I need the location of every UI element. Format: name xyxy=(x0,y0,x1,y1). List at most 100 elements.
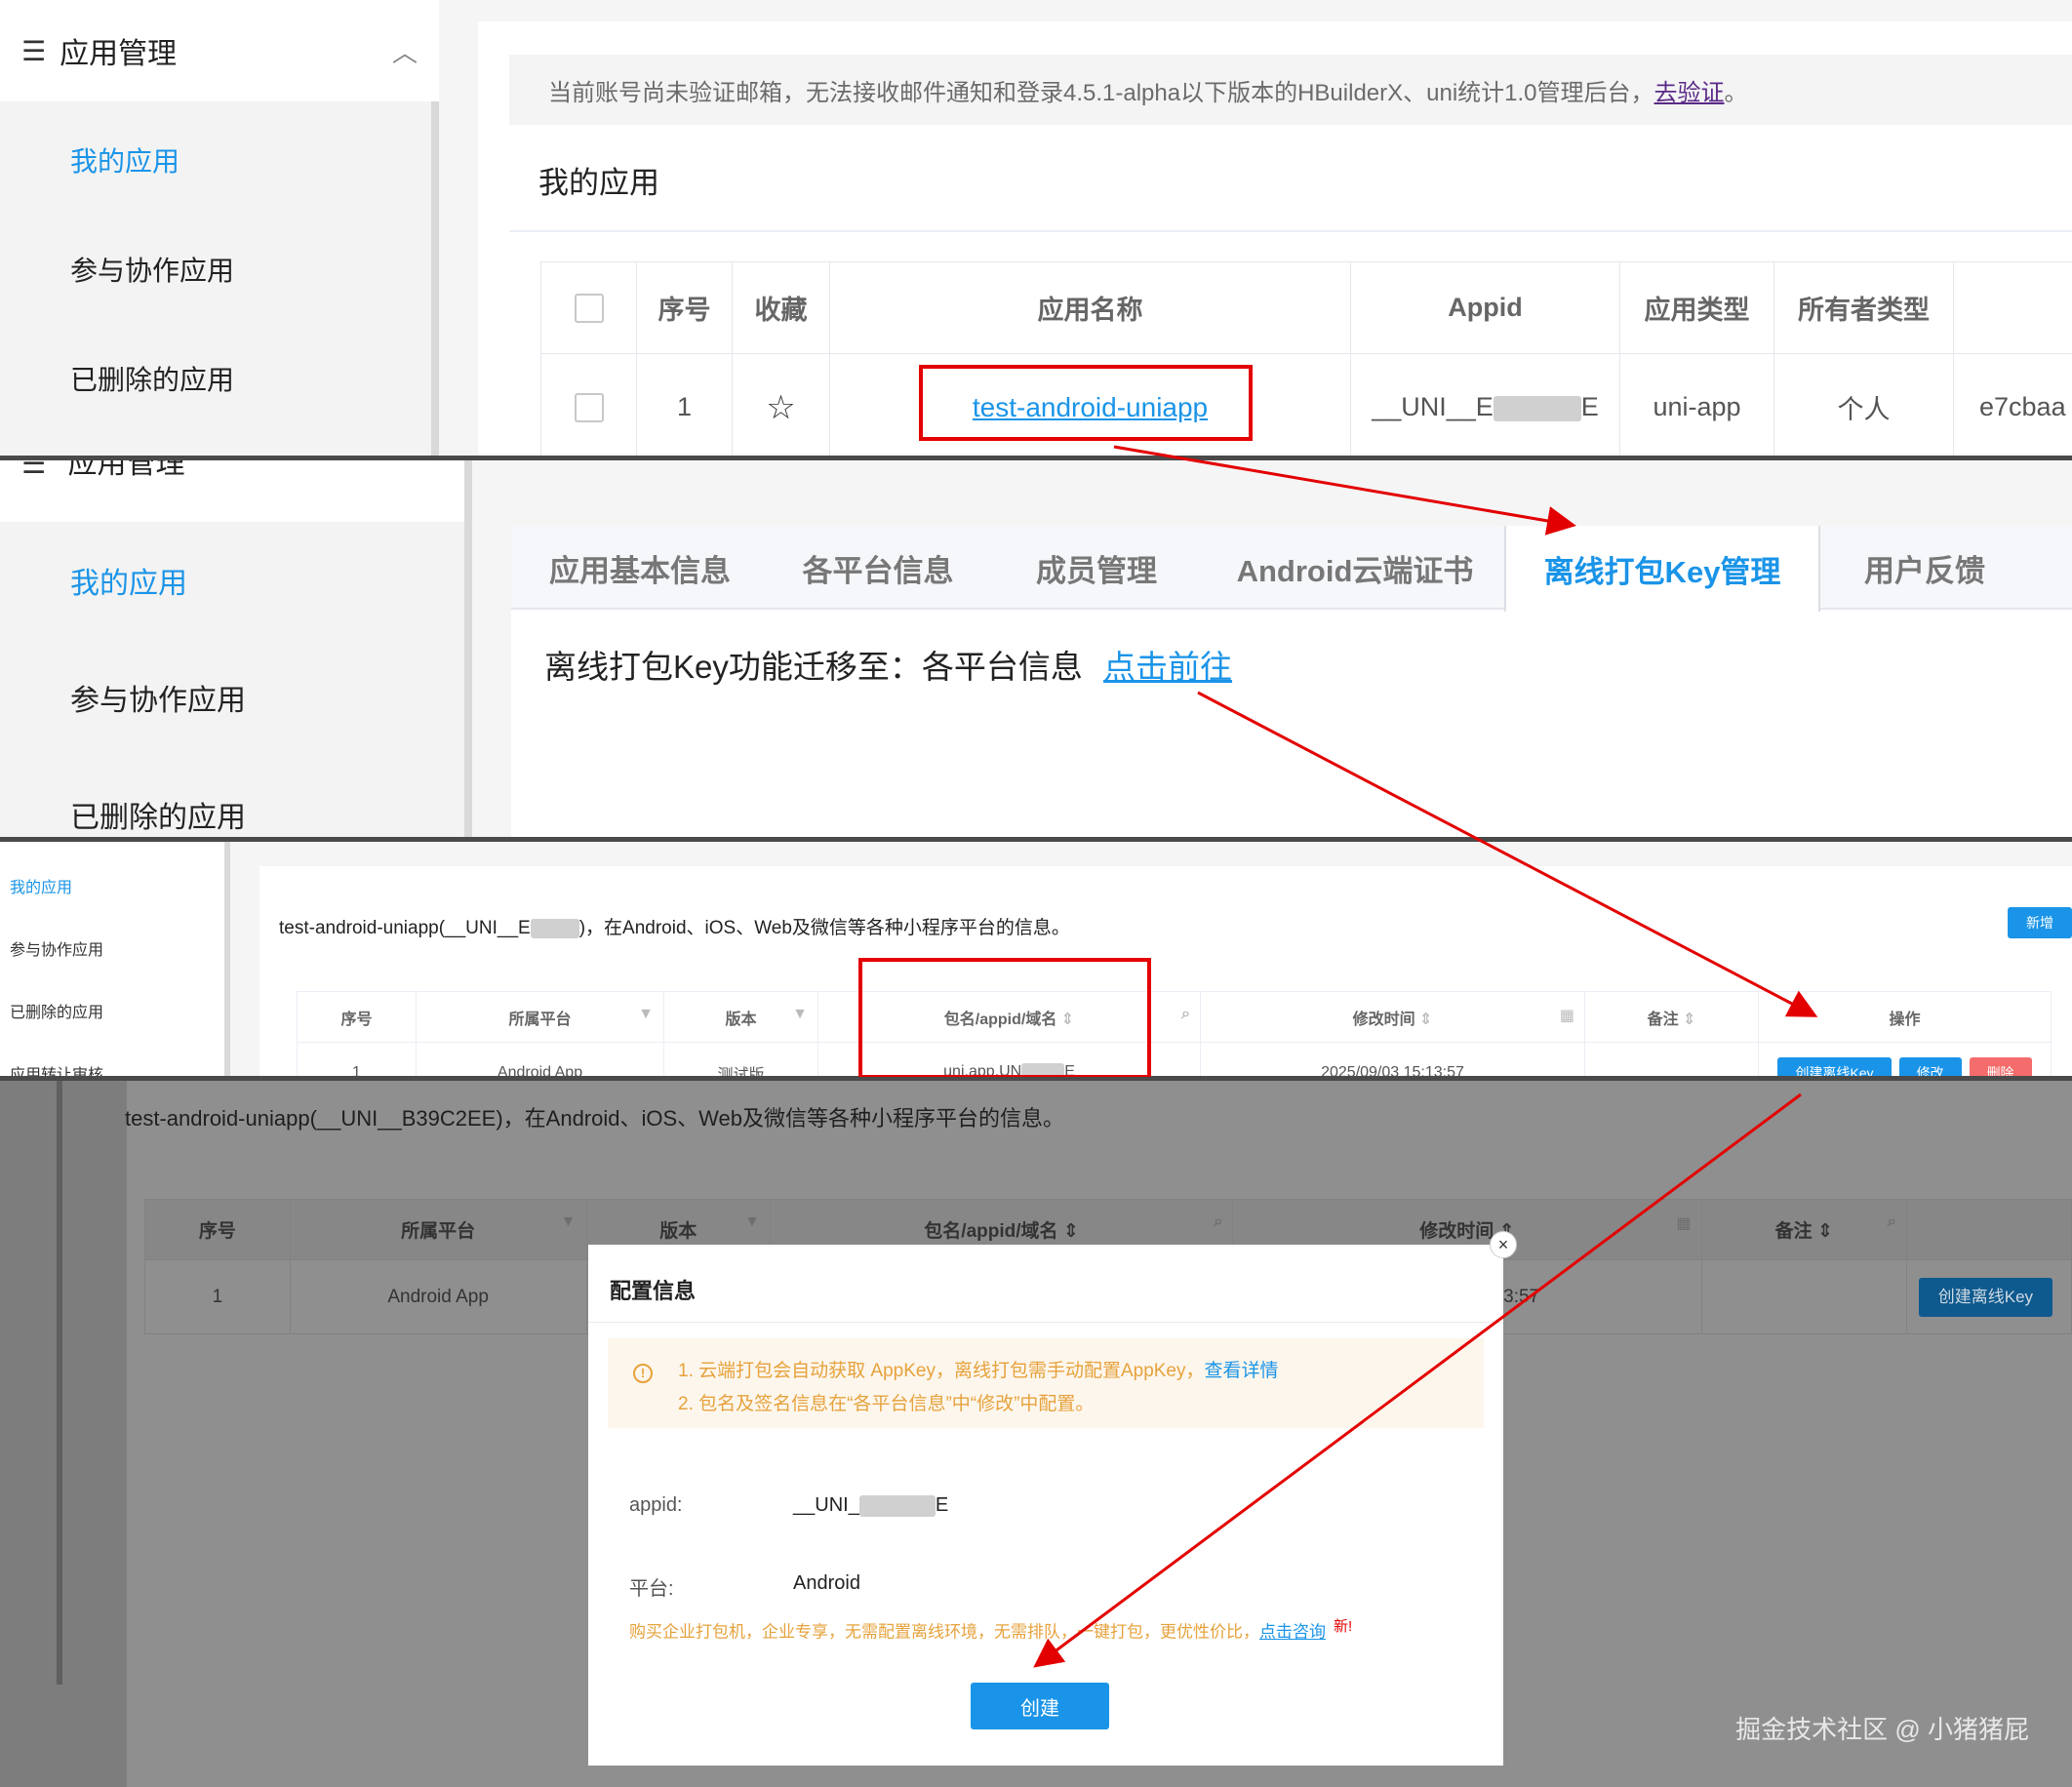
filter-icon: ▼ xyxy=(744,1213,760,1230)
row-note xyxy=(1584,1042,1759,1077)
promo-text-body: 购买企业打包机，企业专享，无需配置离线环境，无需排队，一键打包，更优性价比， xyxy=(629,1622,1259,1642)
platform-description: test-android-uniapp(__UNI__E)，在Android、i… xyxy=(279,913,1070,939)
tab-members[interactable]: 成员管理 xyxy=(987,526,1206,610)
sidebar-item-deleted-apps[interactable]: 已删除的应用 xyxy=(70,793,246,836)
col-version: 版本 ▼ xyxy=(663,991,818,1043)
appid-value-text: __UNI_ xyxy=(793,1494,859,1516)
col-package-label: 包名/appid/域名 xyxy=(924,1221,1058,1242)
create-button[interactable]: 创建 xyxy=(971,1683,1109,1729)
appid-row: appid: __UNI_ E xyxy=(629,1494,948,1517)
chevron-up-icon[interactable]: ︿ xyxy=(392,33,418,69)
search-icon[interactable]: ⌕ xyxy=(1181,1006,1190,1023)
sidebar: 我的应用 参与协作应用 已删除的应用 应用转让审核 xyxy=(0,841,230,1077)
filter-icon: ▼ xyxy=(560,1213,577,1230)
platform-label: 平台: xyxy=(629,1578,674,1600)
sidebar-border xyxy=(57,1080,62,1685)
view-details-link[interactable]: 查看详情 xyxy=(1205,1361,1279,1381)
warning-alert: ! 1. 云端打包会自动获取 AppKey，离线打包需手动配置AppKey，查看… xyxy=(608,1338,1484,1428)
appid-label: appid: xyxy=(629,1494,683,1516)
col-version-label: 版本 xyxy=(659,1221,697,1242)
sidebar-item-collab-apps[interactable]: 参与协作应用 xyxy=(10,936,103,960)
search-icon: ⌕ xyxy=(1214,1213,1223,1230)
platform-description: test-android-uniapp(__UNI__B39C2EE)，在And… xyxy=(125,1106,1065,1131)
panel-separator xyxy=(0,456,2072,460)
sidebar-item-deleted-apps[interactable]: 已删除的应用 xyxy=(70,359,234,398)
col-modified-label: 修改时间 xyxy=(1419,1221,1494,1242)
col-appid: Appid xyxy=(1350,261,1620,354)
list-icon: ☰ xyxy=(21,35,47,66)
tab-feedback[interactable]: 用户反馈 xyxy=(1820,526,2029,610)
favorite-cell[interactable]: ☆ xyxy=(732,353,830,457)
tab-android-cert[interactable]: Android云端证书 xyxy=(1206,526,1504,610)
tab-offline-key[interactable]: 离线打包Key管理 xyxy=(1504,526,1820,612)
filter-icon[interactable]: ▼ xyxy=(638,1006,654,1023)
add-button[interactable]: 新增 xyxy=(2008,907,2072,938)
sidebar-item-my-apps[interactable]: 我的应用 xyxy=(70,140,179,179)
sidebar: ☰ 应用管理 ︿ 我的应用 参与协作应用 已删除的应用 xyxy=(0,0,439,457)
star-icon[interactable]: ☆ xyxy=(766,389,795,426)
alert-line-2: 2. 包名及签名信息在“各平台信息”中“修改”中配置。 xyxy=(678,1394,1095,1414)
sidebar-item-my-apps[interactable]: 我的应用 xyxy=(10,874,72,897)
sidebar-item-deleted-apps[interactable]: 已删除的应用 xyxy=(10,999,103,1022)
row-index: 1 xyxy=(144,1259,291,1334)
sort-icon[interactable]: ⇕ xyxy=(1419,1012,1432,1028)
verify-link[interactable]: 去验证 xyxy=(1654,73,1725,107)
highlight-box-package xyxy=(858,958,1151,1077)
filter-icon[interactable]: ▼ xyxy=(792,1006,808,1023)
consult-link[interactable]: 点击咨询 xyxy=(1259,1623,1326,1642)
col-note: 备注 ⇕ ⌕ xyxy=(1700,1199,1907,1260)
edit-button[interactable]: 修改 xyxy=(1898,1056,1962,1077)
highlight-box-app-name xyxy=(919,365,1253,441)
alert-line-1-text: 1. 云端打包会自动获取 AppKey，离线打包需手动配置AppKey， xyxy=(678,1361,1205,1381)
my-apps-screenshot: ☰ 应用管理 ︿ 我的应用 参与协作应用 已删除的应用 当前账号尚未验证邮箱，无… xyxy=(0,0,2072,457)
sidebar-overlay xyxy=(0,1080,127,1787)
row-modified: 2025/09/03 15:13:57 xyxy=(1200,1042,1585,1077)
row-select-cell[interactable] xyxy=(540,353,637,457)
notice-suffix: 。 xyxy=(1724,79,1748,106)
col-app-name: 应用名称 xyxy=(829,261,1351,354)
dialog-title: 配置信息 xyxy=(610,1279,697,1303)
sidebar-header[interactable]: ☰ 应用管理 ︿ xyxy=(0,0,439,101)
owner-type-cell: 个人 xyxy=(1773,353,1954,457)
go-link[interactable]: 点击前往 xyxy=(1103,649,1232,685)
tab-bar: 应用基本信息 各平台信息 成员管理 Android云端证书 离线打包Key管理 … xyxy=(511,526,2072,612)
migrate-text: 离线打包Key功能迁移至：各平台信息 xyxy=(544,649,1083,685)
select-all-checkbox[interactable] xyxy=(574,294,604,324)
sidebar-item-collab-apps[interactable]: 参与协作应用 xyxy=(70,250,234,289)
tab-basic-info[interactable]: 应用基本信息 xyxy=(511,526,769,610)
col-app-type: 应用类型 xyxy=(1619,261,1774,354)
sort-icon[interactable]: ⇕ xyxy=(1683,1012,1695,1028)
divider xyxy=(509,230,2072,232)
col-modified: 修改时间 ⇕ ▦ xyxy=(1200,991,1585,1043)
create-offline-key-button[interactable]: 创建离线Key xyxy=(1777,1056,1892,1077)
desc-prefix: test-android-uniapp(__UNI__E xyxy=(279,918,531,938)
main-content: 当前账号尚未验证邮箱，无法接收邮件通知和登录4.5.1-alpha以下版本的HB… xyxy=(478,21,2072,457)
blurred-region xyxy=(858,1494,936,1517)
apps-table: 序号 收藏 应用名称 Appid 应用类型 所有者类型 1 ☆ test-and… xyxy=(540,261,2072,457)
col-index: 序号 xyxy=(144,1199,291,1260)
sidebar-item-transfer-review[interactable]: 应用转让审核 xyxy=(10,1061,103,1077)
row-checkbox[interactable] xyxy=(574,393,604,423)
col-platform: 所属平台 ▼ xyxy=(416,991,664,1043)
tab-platform-info[interactable]: 各平台信息 xyxy=(769,526,987,610)
config-dialog: 配置信息 × ! 1. 云端打包会自动获取 AppKey，离线打包需手动配置Ap… xyxy=(588,1231,1517,1766)
delete-button[interactable]: 删除 xyxy=(1969,1056,2032,1077)
close-icon[interactable]: × xyxy=(1490,1231,1517,1258)
alert-line-1: 1. 云端打包会自动获取 AppKey，离线打包需手动配置AppKey，查看详情 xyxy=(678,1356,1279,1382)
blurred-region xyxy=(530,918,579,938)
sidebar-header[interactable]: ☰ 应用管理 xyxy=(0,459,464,522)
sidebar-item-my-apps[interactable]: 我的应用 xyxy=(70,559,187,602)
calendar-icon[interactable]: ▦ xyxy=(1560,1006,1574,1025)
col-owner-type: 所有者类型 xyxy=(1773,261,1954,354)
calendar-icon: ▦ xyxy=(1676,1215,1692,1232)
select-all-cell[interactable] xyxy=(540,261,637,354)
list-icon: ☰ xyxy=(21,459,47,479)
table-header: 序号 所属平台▼ 版本▼ 包名/appid/域名 ⇕⌕ 修改时间 ⇕▦ 备注 ⇕… xyxy=(297,991,2052,1043)
platform-info-screenshot: 我的应用 参与协作应用 已删除的应用 应用转让审核 test-android-u… xyxy=(0,841,2072,1077)
col-platform-label: 所属平台 xyxy=(508,1011,572,1028)
row-index: 1 xyxy=(636,353,733,457)
app-type-cell: uni-app xyxy=(1619,353,1774,457)
row-actions: 创建离线Key xyxy=(1905,1259,2072,1334)
col-platform: 所属平台 ▼ xyxy=(289,1199,587,1260)
sidebar-item-collab-apps[interactable]: 参与协作应用 xyxy=(70,676,246,719)
